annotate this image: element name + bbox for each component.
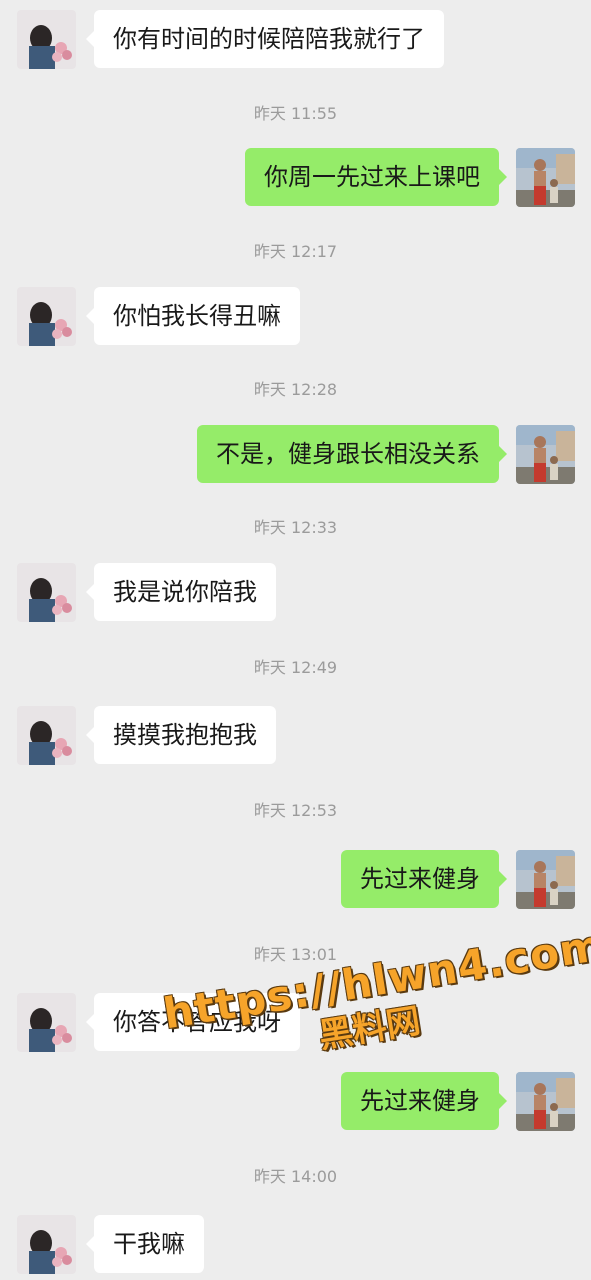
timestamp: 昨天 12:33: [253, 518, 338, 537]
outgoing-message-bubble[interactable]: 不是，健身跟长相没关系: [197, 425, 507, 483]
timestamp: 昨天 14:00: [253, 1167, 338, 1186]
incoming-message-bubble[interactable]: 干我嘛: [86, 1215, 204, 1273]
timestamp: 昨天 12:53: [253, 801, 338, 820]
incoming-message-bubble[interactable]: 你怕我长得丑嘛: [86, 287, 300, 345]
contact-avatar[interactable]: [17, 1215, 76, 1274]
timestamp: 昨天 12:28: [253, 380, 338, 399]
timestamp: 昨天 12:17: [253, 242, 338, 261]
contact-avatar[interactable]: [17, 706, 76, 765]
man-avatar-icon: [516, 1072, 575, 1131]
girl-avatar-icon: [17, 563, 76, 622]
contact-avatar[interactable]: [17, 993, 76, 1052]
girl-avatar-icon: [17, 993, 76, 1052]
girl-avatar-icon: [17, 706, 76, 765]
incoming-message-bubble[interactable]: 你答不答应我呀: [86, 993, 300, 1051]
user-avatar[interactable]: [516, 425, 575, 484]
timestamp: 昨天 13:01: [253, 945, 338, 964]
contact-avatar[interactable]: [17, 563, 76, 622]
outgoing-message-bubble[interactable]: 你周一先过来上课吧: [245, 148, 507, 206]
contact-avatar[interactable]: [17, 10, 76, 69]
outgoing-message-bubble[interactable]: 先过来健身: [341, 850, 507, 908]
incoming-message-bubble[interactable]: 我是说你陪我: [86, 563, 276, 621]
girl-avatar-icon: [17, 1215, 76, 1274]
girl-avatar-icon: [17, 10, 76, 69]
timestamp: 昨天 11:55: [253, 104, 338, 123]
man-avatar-icon: [516, 148, 575, 207]
contact-avatar[interactable]: [17, 287, 76, 346]
outgoing-message-bubble[interactable]: 先过来健身: [341, 1072, 507, 1130]
watermark-site-name: 黑料网: [316, 1000, 424, 1057]
man-avatar-icon: [516, 425, 575, 484]
timestamp: 昨天 12:49: [253, 658, 338, 677]
incoming-message-bubble[interactable]: 摸摸我抱抱我: [86, 706, 276, 764]
user-avatar[interactable]: [516, 148, 575, 207]
user-avatar[interactable]: [516, 850, 575, 909]
man-avatar-icon: [516, 850, 575, 909]
incoming-message-bubble[interactable]: 你有时间的时候陪陪我就行了: [86, 10, 444, 68]
girl-avatar-icon: [17, 287, 76, 346]
user-avatar[interactable]: [516, 1072, 575, 1131]
